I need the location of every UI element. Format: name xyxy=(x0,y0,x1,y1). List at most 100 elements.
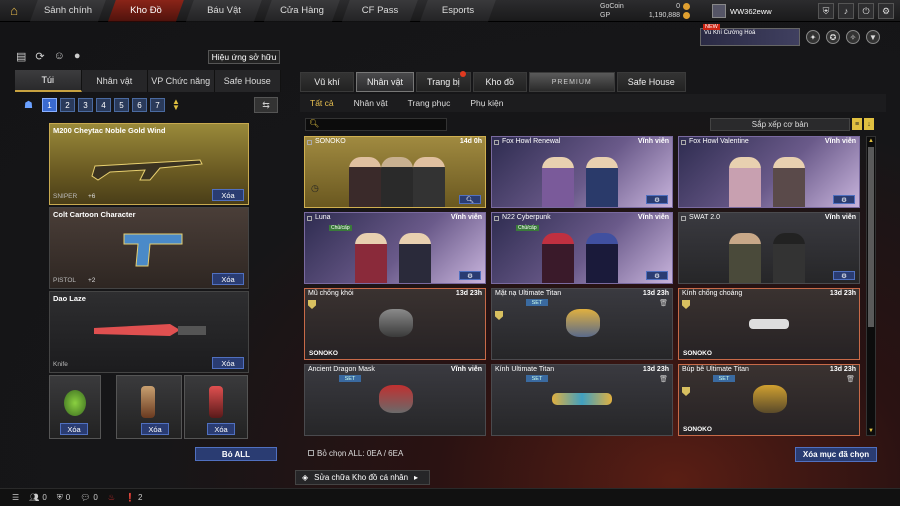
trash-icon[interactable]: 🗑︎ xyxy=(659,299,668,307)
subtab-outfit[interactable]: Trang phục xyxy=(398,94,461,112)
left-tab-character[interactable]: Nhân vật xyxy=(82,70,148,92)
sort-order-icon[interactable]: ↓ xyxy=(864,118,874,130)
slot-knife[interactable]: Dao Laze Knife Xóa xyxy=(49,291,249,373)
delete-button[interactable]: Xóa xyxy=(212,357,244,369)
trash-icon[interactable]: 🗑︎ xyxy=(659,375,668,383)
chat-icon[interactable]: 💬︎ xyxy=(80,493,90,502)
nav-tab-esports[interactable]: Esports xyxy=(420,0,496,22)
checkbox[interactable] xyxy=(681,216,686,221)
repair-button[interactable]: ◈ Sửa chữa Kho đồ cá nhân ▸ xyxy=(295,470,430,485)
item-card[interactable]: Búp bê Ultimate Titan 13d 23h SET 🗑︎ SON… xyxy=(678,364,860,436)
left-tab-function[interactable]: VP Chức năng xyxy=(148,70,215,92)
equip-button[interactable]: ⚙ xyxy=(459,271,481,280)
page-arrows-icon[interactable]: ▲ ▼ xyxy=(172,98,180,112)
stats-icon[interactable]: ▤ xyxy=(16,50,26,63)
item-card[interactable]: Kính Ultimate Titan 13d 23h SET 🗑︎ xyxy=(491,364,673,436)
checkbox[interactable] xyxy=(494,216,499,221)
item-card[interactable]: Fox Howl Renewal Vĩnh viễn ⚙ xyxy=(491,136,673,208)
search-input[interactable]: 🔍︎ xyxy=(305,118,447,131)
shield-icon[interactable]: ⛨ xyxy=(57,493,63,503)
left-tab-bag[interactable]: Túi xyxy=(15,70,82,92)
gear-icon[interactable]: ⚙ xyxy=(878,3,894,19)
user-info[interactable]: WW362eww xyxy=(712,4,772,18)
checkbox[interactable] xyxy=(307,216,312,221)
wing-icon[interactable]: ▼ xyxy=(866,30,880,44)
tab-equipment[interactable]: Trang bị xyxy=(416,71,471,92)
page-6[interactable]: 6 xyxy=(131,98,147,112)
slot-grenade-3[interactable]: Xóa xyxy=(184,375,248,439)
equip-button[interactable]: ⚙ xyxy=(646,271,668,280)
delete-button[interactable]: Xóa xyxy=(60,423,88,435)
delete-button[interactable]: Xóa xyxy=(141,423,169,435)
grid-scrollbar[interactable]: ▲ ▼ xyxy=(866,136,876,436)
delete-button[interactable]: Xóa xyxy=(207,423,235,435)
remove-all-button[interactable]: Bỏ ALL xyxy=(195,447,277,461)
subtab-accessory[interactable]: Phụ kiện xyxy=(460,94,513,112)
item-card[interactable]: N22 Cyberpunk Vĩnh viễn Chủ/cấp ⚙ xyxy=(491,212,673,284)
item-card[interactable]: Luna Vĩnh viễn Chủ/cấp ⚙ xyxy=(304,212,486,284)
sort-select[interactable]: Sắp xếp cơ bản xyxy=(710,118,850,131)
page-4[interactable]: 4 xyxy=(95,98,111,112)
checkbox[interactable] xyxy=(307,140,312,145)
rotate-icon[interactable]: ⟳ xyxy=(35,50,44,63)
music-icon[interactable]: ♪ xyxy=(838,3,854,19)
item-card[interactable]: Mặt nạ Ultimate Titan 13d 23h SET 🗑︎ xyxy=(491,288,673,360)
item-card[interactable]: SONOKO 14d 0h ◷ 🔍︎ xyxy=(304,136,486,208)
item-card[interactable]: Mũ chống khói 13d 23h SONOKO xyxy=(304,288,486,360)
delete-button[interactable]: Xóa xyxy=(212,189,244,201)
ownership-effect-button[interactable]: Hiệu ứng sở hữu xyxy=(208,50,280,64)
left-tab-safehouse[interactable]: Safe House xyxy=(215,70,281,92)
delete-selected-button[interactable]: Xóa mục đã chọn xyxy=(795,447,877,462)
medal-icon[interactable]: ✧ xyxy=(846,30,860,44)
equip-button[interactable]: ⚙ xyxy=(833,271,855,280)
tab-premium[interactable]: PREMIUM xyxy=(528,72,615,92)
equip-button[interactable]: ⚙ xyxy=(833,195,855,204)
page-7[interactable]: 7 xyxy=(149,98,165,112)
deselect-all[interactable]: Bỏ chọn ALL: 0EA / 6EA xyxy=(308,449,403,458)
nav-tab-lobby[interactable]: Sảnh chính xyxy=(30,0,106,22)
slot-grenade-1[interactable]: Xóa xyxy=(49,375,101,439)
checkbox[interactable] xyxy=(308,450,314,456)
page-2[interactable]: 2 xyxy=(59,98,75,112)
list-view-icon[interactable]: ≡ xyxy=(852,118,862,130)
menu-icon[interactable]: ☰ xyxy=(12,493,19,502)
subtab-character[interactable]: Nhân vật xyxy=(344,94,398,112)
nav-tab-inventory[interactable]: Kho Đồ xyxy=(108,0,184,22)
item-card[interactable]: Kính chống choáng 13d 23h SONOKO xyxy=(678,288,860,360)
page-3[interactable]: 3 xyxy=(77,98,93,112)
tab-safehouse[interactable]: Safe House xyxy=(616,72,686,92)
rank-badge-icon[interactable]: ✦ xyxy=(806,30,820,44)
nav-tab-cfpass[interactable]: CF Pass xyxy=(342,0,418,22)
weapon-upgrade-badge[interactable]: NEW Vũ Khí Cường Hoá xyxy=(700,24,800,46)
slot-pistol[interactable]: Colt Cartoon Character PISTOL +2 Xóa xyxy=(49,207,249,289)
nav-tab-treasure[interactable]: Báu Vật xyxy=(186,0,262,22)
slot-sniper[interactable]: M200 Cheytac Noble Gold Wind SNIPER +6 X… xyxy=(49,123,249,205)
nav-tab-shop[interactable]: Cửa Hàng xyxy=(264,0,340,22)
friends-icon[interactable]: 👥︎ xyxy=(29,493,39,502)
page-5[interactable]: 5 xyxy=(113,98,129,112)
subtab-all[interactable]: Tất cả xyxy=(300,94,344,112)
delete-button[interactable]: Xóa xyxy=(212,273,244,285)
slot-grenade-2[interactable]: Xóa xyxy=(116,375,182,439)
fire-icon[interactable]: ♨ xyxy=(108,493,115,502)
swap-icon[interactable]: ⇆ xyxy=(254,97,278,113)
item-card[interactable]: SWAT 2.0 Vĩnh viễn ⚙ xyxy=(678,212,860,284)
clan-badge-icon[interactable]: ✪ xyxy=(826,30,840,44)
power-icon[interactable]: ⏻ xyxy=(858,3,874,19)
scroll-thumb[interactable] xyxy=(868,147,874,327)
page-1[interactable]: 1 xyxy=(41,98,57,112)
checkbox[interactable] xyxy=(494,140,499,145)
checkbox[interactable] xyxy=(681,140,686,145)
grenade-icon[interactable]: ● xyxy=(74,50,81,63)
home-icon[interactable]: ⌂ xyxy=(0,0,28,22)
trash-icon[interactable]: 🗑︎ xyxy=(846,375,855,383)
alert-icon[interactable]: ❗ xyxy=(125,493,135,502)
item-card[interactable]: Ancient Dragon Mask Vĩnh viễn SET xyxy=(304,364,486,436)
shield-icon[interactable]: ⛨ xyxy=(818,3,834,19)
scroll-down-icon[interactable]: ▼ xyxy=(867,427,875,435)
search-button[interactable]: 🔍︎ xyxy=(459,195,481,204)
tab-character[interactable]: Nhân vật xyxy=(356,72,415,92)
item-card[interactable]: Fox Howl Valentine Vĩnh viễn ⚙ xyxy=(678,136,860,208)
scroll-up-icon[interactable]: ▲ xyxy=(867,137,875,145)
equip-button[interactable]: ⚙ xyxy=(646,195,668,204)
